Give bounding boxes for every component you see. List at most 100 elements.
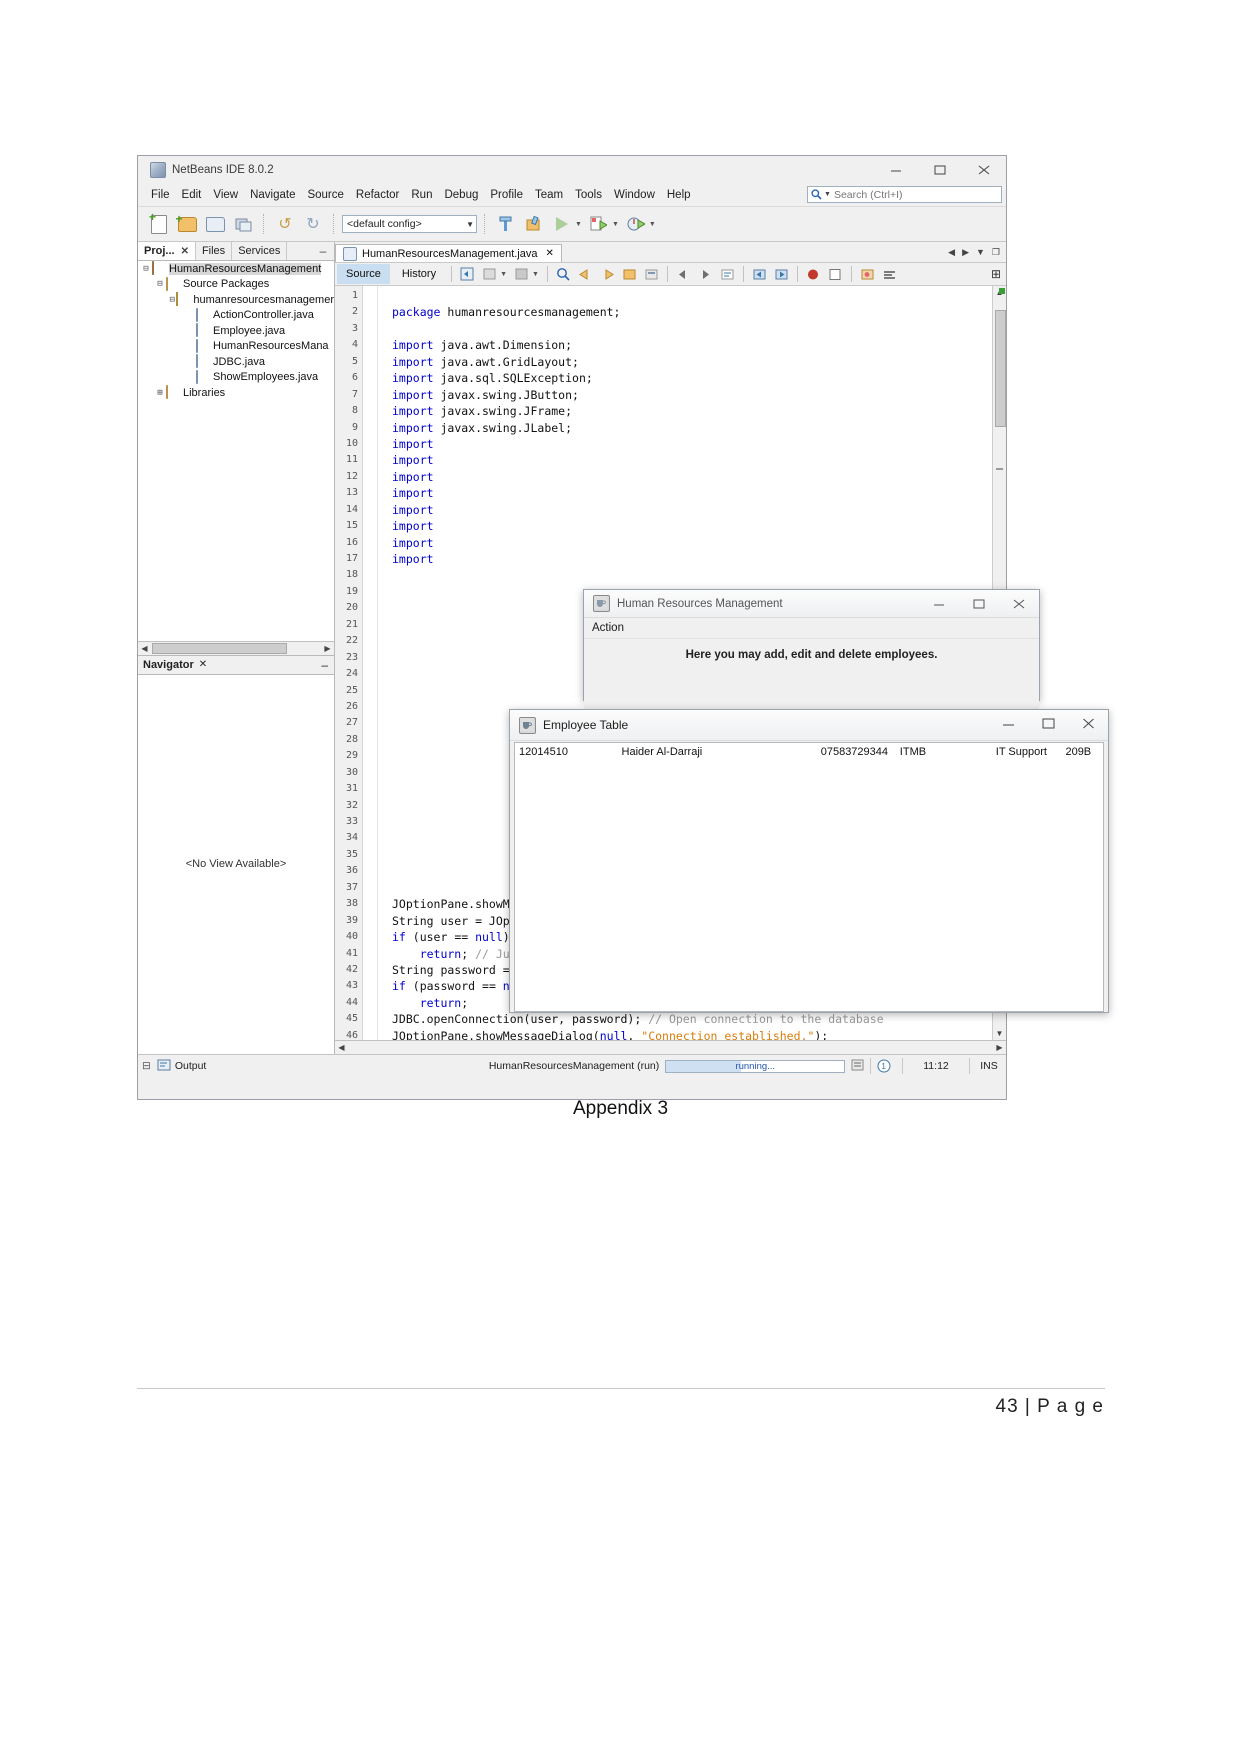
code-line[interactable]: JDBC.openConnection(user, password); // … <box>378 1011 992 1027</box>
tab-files[interactable]: Files <box>196 242 233 260</box>
code-line[interactable] <box>378 288 992 304</box>
code-line[interactable] <box>378 567 992 583</box>
previous-error-icon[interactable] <box>750 265 769 283</box>
close-icon[interactable]: ✕ <box>199 659 207 670</box>
navigator-minimize-button[interactable]: – <box>321 658 328 672</box>
progress-details-icon[interactable] <box>851 1059 864 1074</box>
search-box[interactable]: ▼ Search (Ctrl+I) <box>807 186 1002 203</box>
code-line[interactable]: import <box>378 502 992 518</box>
tree-item-java-file[interactable]: Employee.java <box>138 323 334 339</box>
code-line[interactable]: import <box>378 452 992 468</box>
clean-and-build-icon[interactable] <box>521 211 547 237</box>
code-line[interactable]: import java.awt.GridLayout; <box>378 354 992 370</box>
next-error-icon[interactable] <box>772 265 791 283</box>
minimize-button[interactable] <box>874 156 918 184</box>
stop-icon[interactable] <box>826 265 845 283</box>
tree-item-java-main-file[interactable]: HumanResourcesMana <box>138 338 334 355</box>
open-project-icon[interactable] <box>202 211 228 237</box>
undo-icon[interactable]: ↺ <box>272 211 298 237</box>
close-button[interactable] <box>1068 710 1108 737</box>
tree-item-java-file[interactable]: ShowEmployees.java <box>138 369 334 386</box>
tab-source[interactable]: Source <box>337 264 390 284</box>
tab-projects[interactable]: Proj... ✕ <box>138 242 196 260</box>
scroll-down-icon[interactable]: ▼ <box>993 1027 1006 1040</box>
menu-run[interactable]: Run <box>405 188 438 202</box>
code-line[interactable]: import java.awt.Dimension; <box>378 337 992 353</box>
chevron-down-icon[interactable]: ▼ <box>500 271 507 278</box>
employee-table-window[interactable]: Employee Table 12014510 Haider Al-Darraj… <box>509 709 1109 1013</box>
scroll-right-icon[interactable]: ▶ <box>321 644 334 653</box>
save-all-icon[interactable] <box>230 211 256 237</box>
scroll-tabs-right-icon[interactable]: ▶ <box>962 247 969 258</box>
scroll-tabs-left-icon[interactable]: ◀ <box>948 247 955 258</box>
scroll-left-icon[interactable]: ◀ <box>335 1043 348 1052</box>
menu-team[interactable]: Team <box>529 188 569 202</box>
expander-icon[interactable]: ⊞ <box>154 388 166 398</box>
tree-item-project[interactable]: ⊟ HumanResourcesManagement <box>138 261 334 277</box>
code-line[interactable]: import <box>378 535 992 551</box>
hrm-menu-action[interactable]: Action <box>592 622 624 634</box>
new-file-icon[interactable]: + <box>146 211 172 237</box>
build-project-icon[interactable] <box>493 211 519 237</box>
output-button[interactable]: Output <box>157 1059 206 1074</box>
inspect-icon[interactable] <box>858 265 877 283</box>
table-row[interactable]: 12014510 Haider Al-Darraji 07583729344 I… <box>515 743 1103 761</box>
close-button[interactable] <box>999 590 1039 617</box>
tab-services[interactable]: Services <box>232 242 288 260</box>
expander-icon[interactable]: ⊟ <box>168 295 176 305</box>
debug-project-icon[interactable] <box>586 211 612 237</box>
minimize-button[interactable] <box>919 590 959 617</box>
close-button[interactable] <box>962 156 1006 184</box>
code-line[interactable]: import java.sql.SQLException; <box>378 370 992 386</box>
menu-tools[interactable]: Tools <box>569 188 608 202</box>
menu-file[interactable]: File <box>145 188 176 202</box>
new-project-icon[interactable]: + <box>174 211 200 237</box>
menu-refactor[interactable]: Refactor <box>350 188 405 202</box>
tab-list-icon[interactable]: ▼ <box>976 247 985 257</box>
tree-item-package[interactable]: ⊟ humanresourcesmanagemer <box>138 292 334 308</box>
explorer-horizontal-scrollbar[interactable]: ◀ ▶ <box>138 640 334 655</box>
bookmark-list-icon[interactable] <box>642 265 661 283</box>
tab-history[interactable]: History <box>393 264 445 284</box>
menu-debug[interactable]: Debug <box>438 188 484 202</box>
tree-item-libraries[interactable]: ⊞ Libraries <box>138 385 334 401</box>
chevron-down-icon[interactable]: ▼ <box>532 271 539 278</box>
code-line[interactable] <box>378 321 992 337</box>
scrollbar-thumb[interactable] <box>152 642 287 654</box>
menu-window[interactable]: Window <box>608 188 661 202</box>
menu-edit[interactable]: Edit <box>176 188 208 202</box>
code-line[interactable]: import <box>378 551 992 567</box>
code-line[interactable]: import javax.swing.JFrame; <box>378 403 992 419</box>
scroll-left-icon[interactable]: ◀ <box>138 644 151 653</box>
code-line[interactable]: import <box>378 436 992 452</box>
scrollbar-thumb[interactable] <box>995 310 1006 427</box>
code-line[interactable]: import <box>378 485 992 501</box>
profile-project-icon[interactable] <box>623 211 649 237</box>
last-edit-icon[interactable] <box>458 265 477 283</box>
expander-icon[interactable]: ⊟ <box>154 279 166 289</box>
find-selection-icon[interactable] <box>554 265 573 283</box>
editor-horizontal-scrollbar[interactable]: ◀ ▶ <box>335 1040 1006 1054</box>
debug-dropdown-icon[interactable]: ▼ <box>612 221 619 228</box>
toggle-breakpoint-icon[interactable] <box>804 265 823 283</box>
progress-bar[interactable]: running... <box>665 1059 846 1073</box>
employee-table-body[interactable]: 12014510 Haider Al-Darraji 07583729344 I… <box>514 742 1104 1012</box>
editor-grid-icon[interactable]: ⊞ <box>991 267 1001 281</box>
code-line[interactable]: import javax.swing.JButton; <box>378 387 992 403</box>
maximize-button[interactable] <box>918 156 962 184</box>
close-icon[interactable]: ✕ <box>181 246 189 257</box>
comment-icon[interactable] <box>718 265 737 283</box>
run-dropdown-icon[interactable]: ▼ <box>575 221 582 228</box>
menu-help[interactable]: Help <box>661 188 697 202</box>
notification-badge[interactable]: 1 <box>877 1059 896 1073</box>
explorer-minimize-button[interactable]: – <box>312 242 334 260</box>
previous-bookmark-icon[interactable] <box>576 265 595 283</box>
expander-icon[interactable]: ⊟ <box>140 264 152 274</box>
code-line[interactable]: JOptionPane.showMessageDialog(null, "Con… <box>378 1028 992 1040</box>
code-line[interactable]: import <box>378 518 992 534</box>
toggle-bookmark-icon[interactable] <box>620 265 639 283</box>
code-line[interactable]: package humanresourcesmanagement; <box>378 304 992 320</box>
scroll-right-icon[interactable]: ▶ <box>993 1043 1006 1052</box>
menu-source[interactable]: Source <box>301 188 349 202</box>
run-project-icon[interactable] <box>549 211 575 237</box>
